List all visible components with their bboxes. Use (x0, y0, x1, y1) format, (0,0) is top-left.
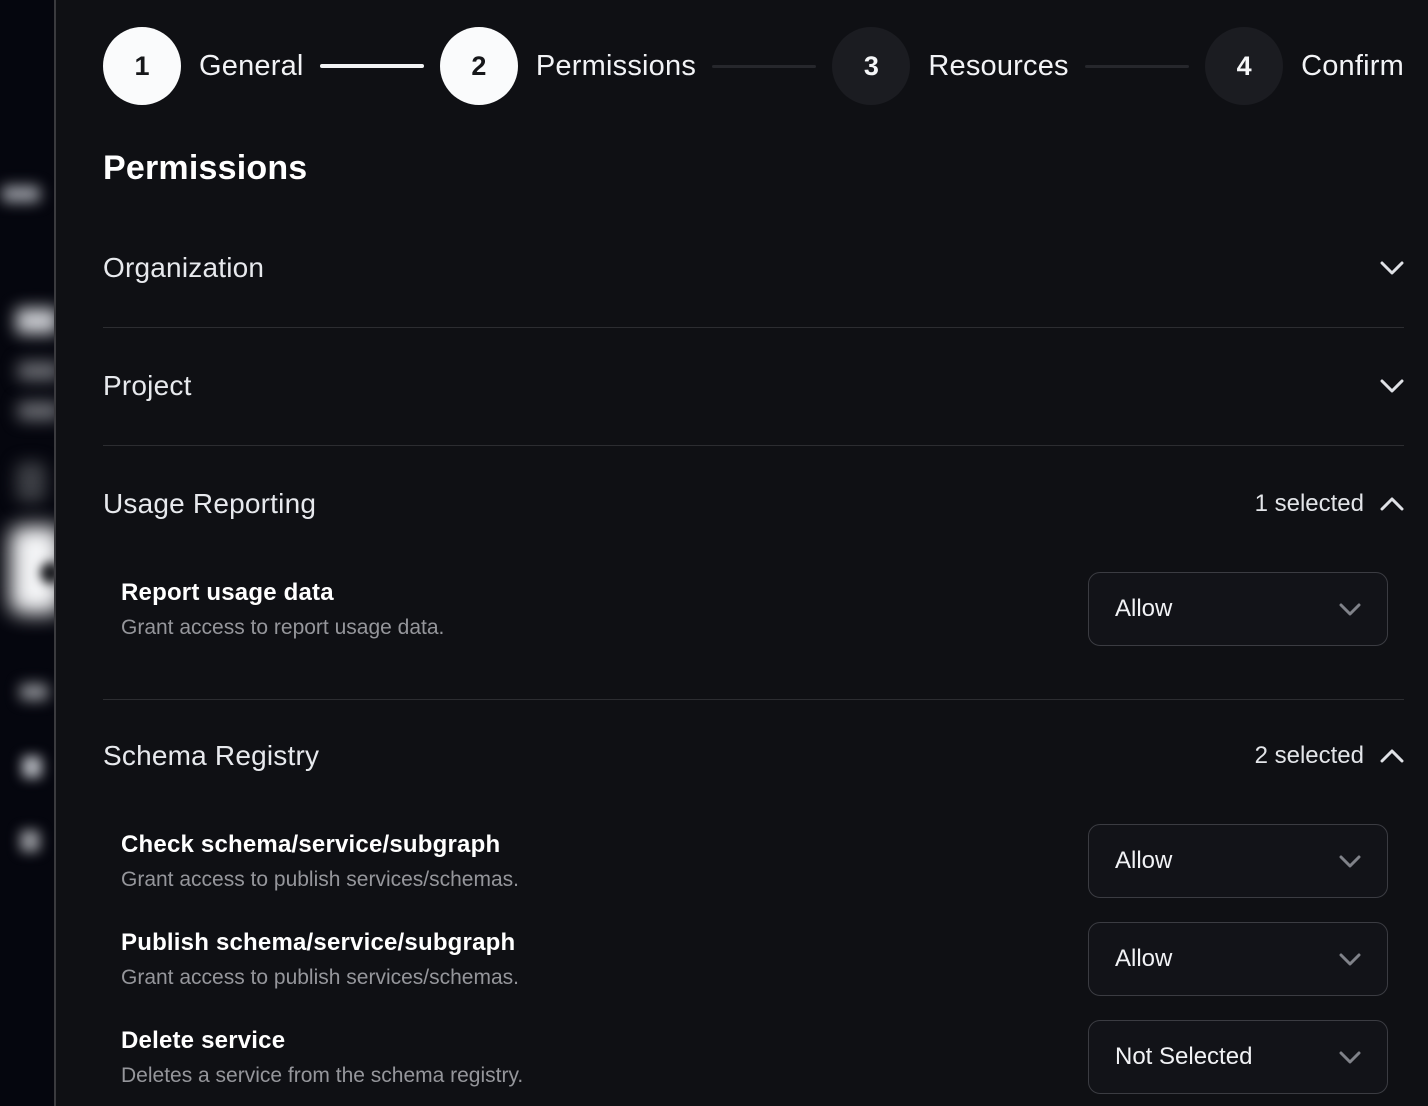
step-connector-upcoming (712, 65, 816, 68)
delete-service-select[interactable]: Not Selected (1088, 1020, 1388, 1094)
step-permissions-circle: 2 (440, 27, 518, 105)
report-usage-data-select[interactable]: Allow (1088, 572, 1388, 646)
step-general-number: 1 (134, 51, 149, 82)
permission-title: Check schema/service/subgraph (121, 831, 519, 859)
permission-title: Delete service (121, 1027, 523, 1055)
select-value: Not Selected (1115, 1043, 1252, 1071)
schema-registry-selected-count: 2 selected (1255, 742, 1364, 770)
page-title: Permissions (103, 149, 1404, 188)
step-connector-upcoming (1085, 65, 1189, 68)
section-usage-reporting-title: Usage Reporting (103, 488, 316, 520)
chevron-down-icon (1339, 855, 1361, 868)
wizard-stepper: 1 General 2 Permissions 3 Resources 4 Co… (103, 27, 1404, 105)
chevron-up-icon (1380, 749, 1404, 764)
step-general-circle: 1 (103, 27, 181, 105)
select-value: Allow (1115, 847, 1172, 875)
step-confirm-circle: 4 (1205, 27, 1283, 105)
chevron-down-icon (1339, 1051, 1361, 1064)
chevron-down-icon (1380, 261, 1404, 276)
permission-row-check-schema: Check schema/service/subgraph Grant acce… (103, 824, 1404, 898)
step-general-label: General (199, 50, 304, 83)
check-schema-select[interactable]: Allow (1088, 824, 1388, 898)
permission-description: Grant access to report usage data. (121, 616, 444, 640)
divider (103, 327, 1404, 328)
blurred-badge (2, 186, 40, 202)
permission-title: Report usage data (121, 579, 444, 607)
permission-description: Grant access to publish services/schemas… (121, 868, 519, 892)
chevron-down-icon (1339, 603, 1361, 616)
divider (103, 445, 1404, 446)
chevron-down-icon (1380, 379, 1404, 394)
usage-reporting-selected-count: 1 selected (1255, 490, 1364, 518)
divider (103, 699, 1404, 700)
blurred-text-line (20, 684, 48, 700)
section-organization-title: Organization (103, 252, 264, 284)
blurred-icon (16, 462, 46, 502)
publish-schema-select[interactable]: Allow (1088, 922, 1388, 996)
section-usage-reporting-header[interactable]: Usage Reporting 1 selected (103, 488, 1404, 520)
step-resources[interactable]: 3 Resources (832, 27, 1068, 105)
permission-description: Grant access to publish services/schemas… (121, 966, 519, 990)
step-resources-circle: 3 (832, 27, 910, 105)
blurred-heading-text (16, 308, 54, 334)
permission-row-delete-service: Delete service Deletes a service from th… (103, 1020, 1404, 1094)
section-project-title: Project (103, 370, 192, 402)
section-organization-header[interactable]: Organization (103, 252, 1404, 284)
blurred-text-line (22, 756, 42, 778)
select-value: Allow (1115, 945, 1172, 973)
permission-description: Deletes a service from the schema regist… (121, 1064, 523, 1088)
background-page-strip (0, 0, 54, 1106)
create-token-wizard-modal: 1 General 2 Permissions 3 Resources 4 Co… (54, 0, 1428, 1106)
permission-title: Publish schema/service/subgraph (121, 929, 519, 957)
select-value: Allow (1115, 595, 1172, 623)
blurred-text-line (18, 362, 54, 380)
step-permissions[interactable]: 2 Permissions (440, 27, 696, 105)
step-confirm-number: 4 (1237, 51, 1252, 82)
step-resources-label: Resources (928, 50, 1068, 83)
blurred-text-line (18, 402, 54, 420)
step-resources-number: 3 (864, 51, 879, 82)
chevron-up-icon (1380, 497, 1404, 512)
step-confirm-label: Confirm (1301, 50, 1404, 83)
step-connector-complete (320, 64, 424, 68)
step-confirm[interactable]: 4 Confirm (1205, 27, 1404, 105)
step-permissions-number: 2 (471, 51, 486, 82)
section-schema-registry-header[interactable]: Schema Registry 2 selected (103, 740, 1404, 772)
permission-row-publish-schema: Publish schema/service/subgraph Grant ac… (103, 922, 1404, 996)
section-schema-registry-title: Schema Registry (103, 740, 319, 772)
section-project-header[interactable]: Project (103, 370, 1404, 402)
step-general[interactable]: 1 General (103, 27, 304, 105)
chevron-down-icon (1339, 953, 1361, 966)
permission-row-report-usage-data: Report usage data Grant access to report… (103, 572, 1404, 646)
blurred-text-line (20, 830, 40, 852)
step-permissions-label: Permissions (536, 50, 696, 83)
